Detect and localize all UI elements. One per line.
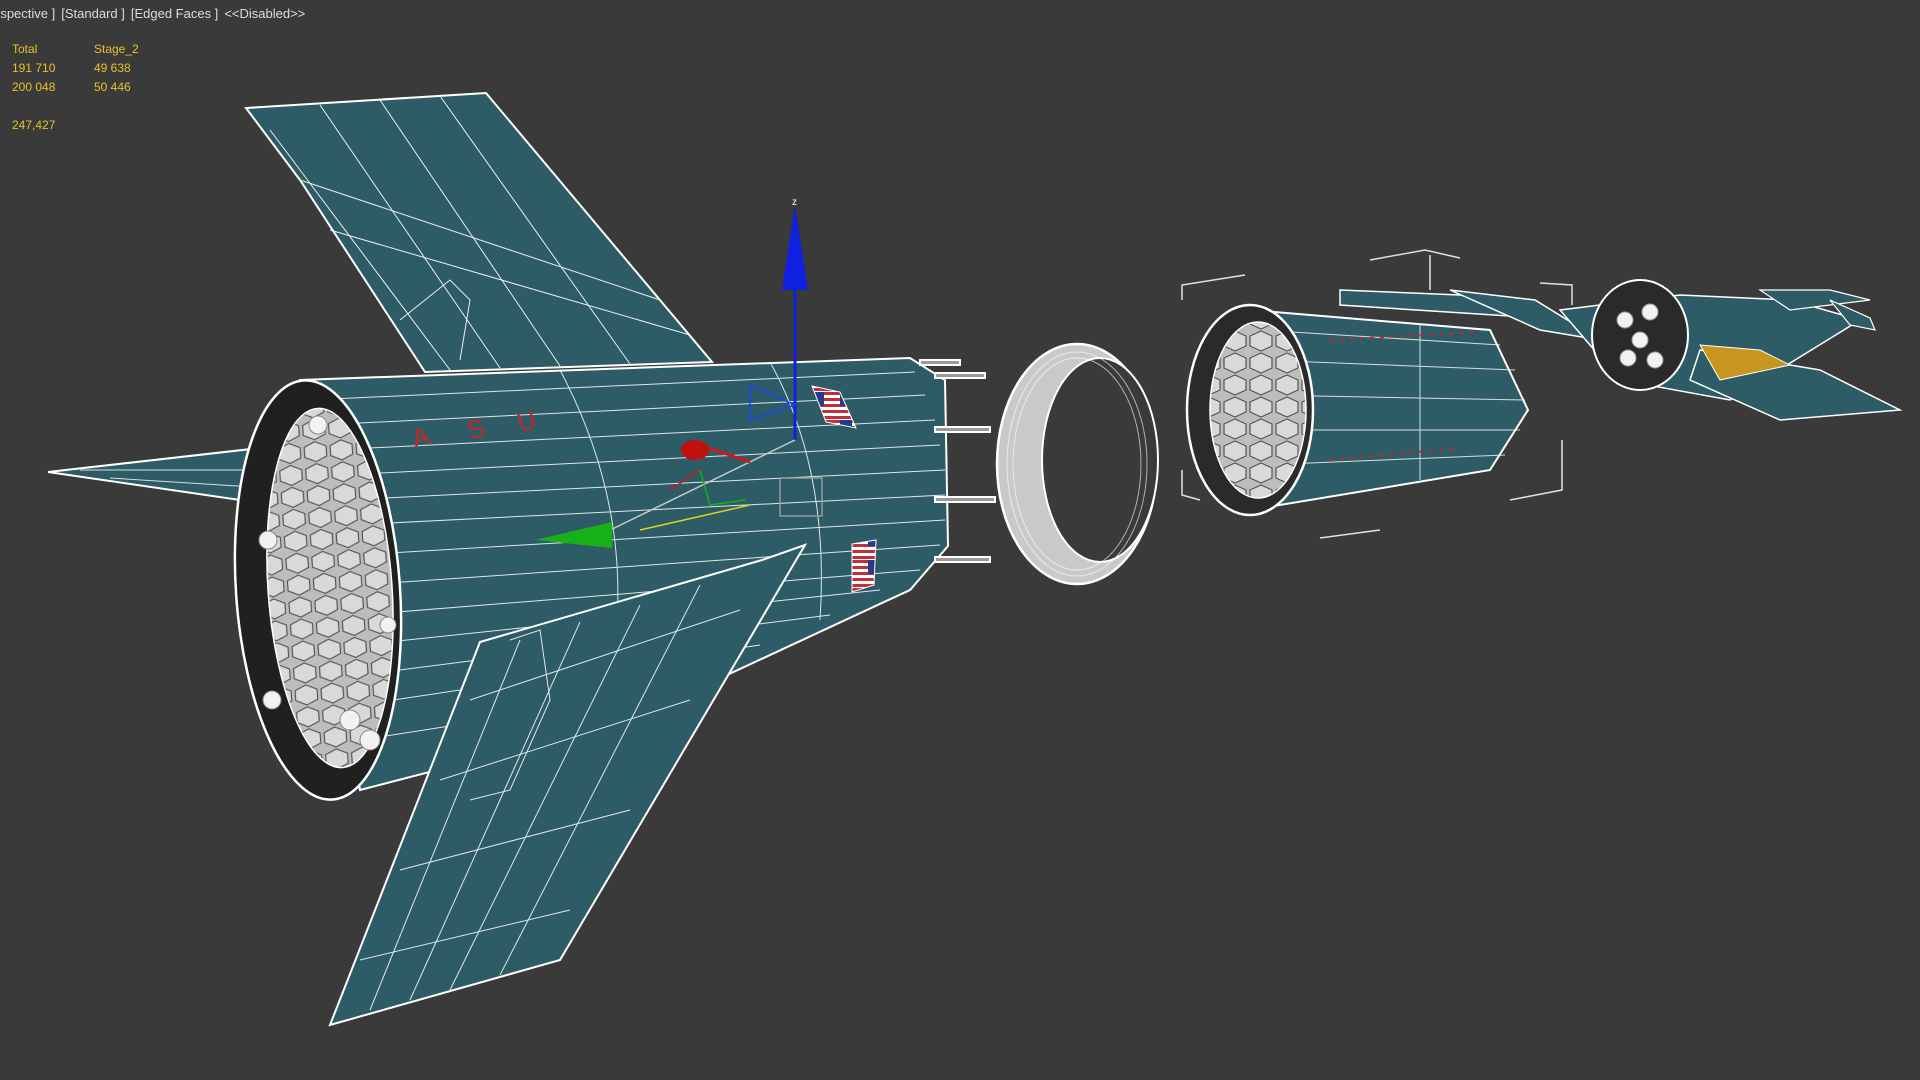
view-label[interactable]: rspective ] bbox=[0, 6, 55, 21]
interstage-ring[interactable] bbox=[995, 342, 1159, 586]
viewport-label-menu: rspective ] [Standard ] [Edged Faces ] <… bbox=[0, 3, 305, 23]
gizmo-axis-label: z bbox=[792, 197, 797, 208]
stage-1-model[interactable]: A S U z bbox=[47, 91, 996, 1027]
stat-polys-selection: 49 638 bbox=[94, 61, 131, 75]
upper-fin[interactable] bbox=[244, 91, 715, 374]
edged-faces-label[interactable]: [Edged Faces ] bbox=[131, 6, 218, 21]
gizmo-x-arrow[interactable] bbox=[681, 440, 709, 460]
disabled-label[interactable]: <<Disabled>> bbox=[224, 6, 305, 21]
stat-verts-selection: 50 446 bbox=[94, 80, 131, 94]
flag-decal-lower bbox=[851, 539, 877, 593]
gizmo-z-arrow[interactable] bbox=[782, 205, 808, 290]
stat-header-total: Total bbox=[12, 42, 38, 56]
shading-label[interactable]: [Standard ] bbox=[61, 6, 125, 21]
stat-fps: 247,427 bbox=[12, 118, 56, 132]
stat-header-selection: Stage_2 bbox=[94, 42, 139, 56]
3d-viewport[interactable]: A S U z rspective] [Standard] [Edged F… bbox=[0, 0, 1920, 1080]
stat-verts-total: 200 048 bbox=[12, 80, 56, 94]
stat-polys-total: 191 710 bbox=[12, 61, 56, 75]
statistics-overlay: Total Stage_2 191 710 49 638 200 048 50 … bbox=[12, 40, 184, 135]
